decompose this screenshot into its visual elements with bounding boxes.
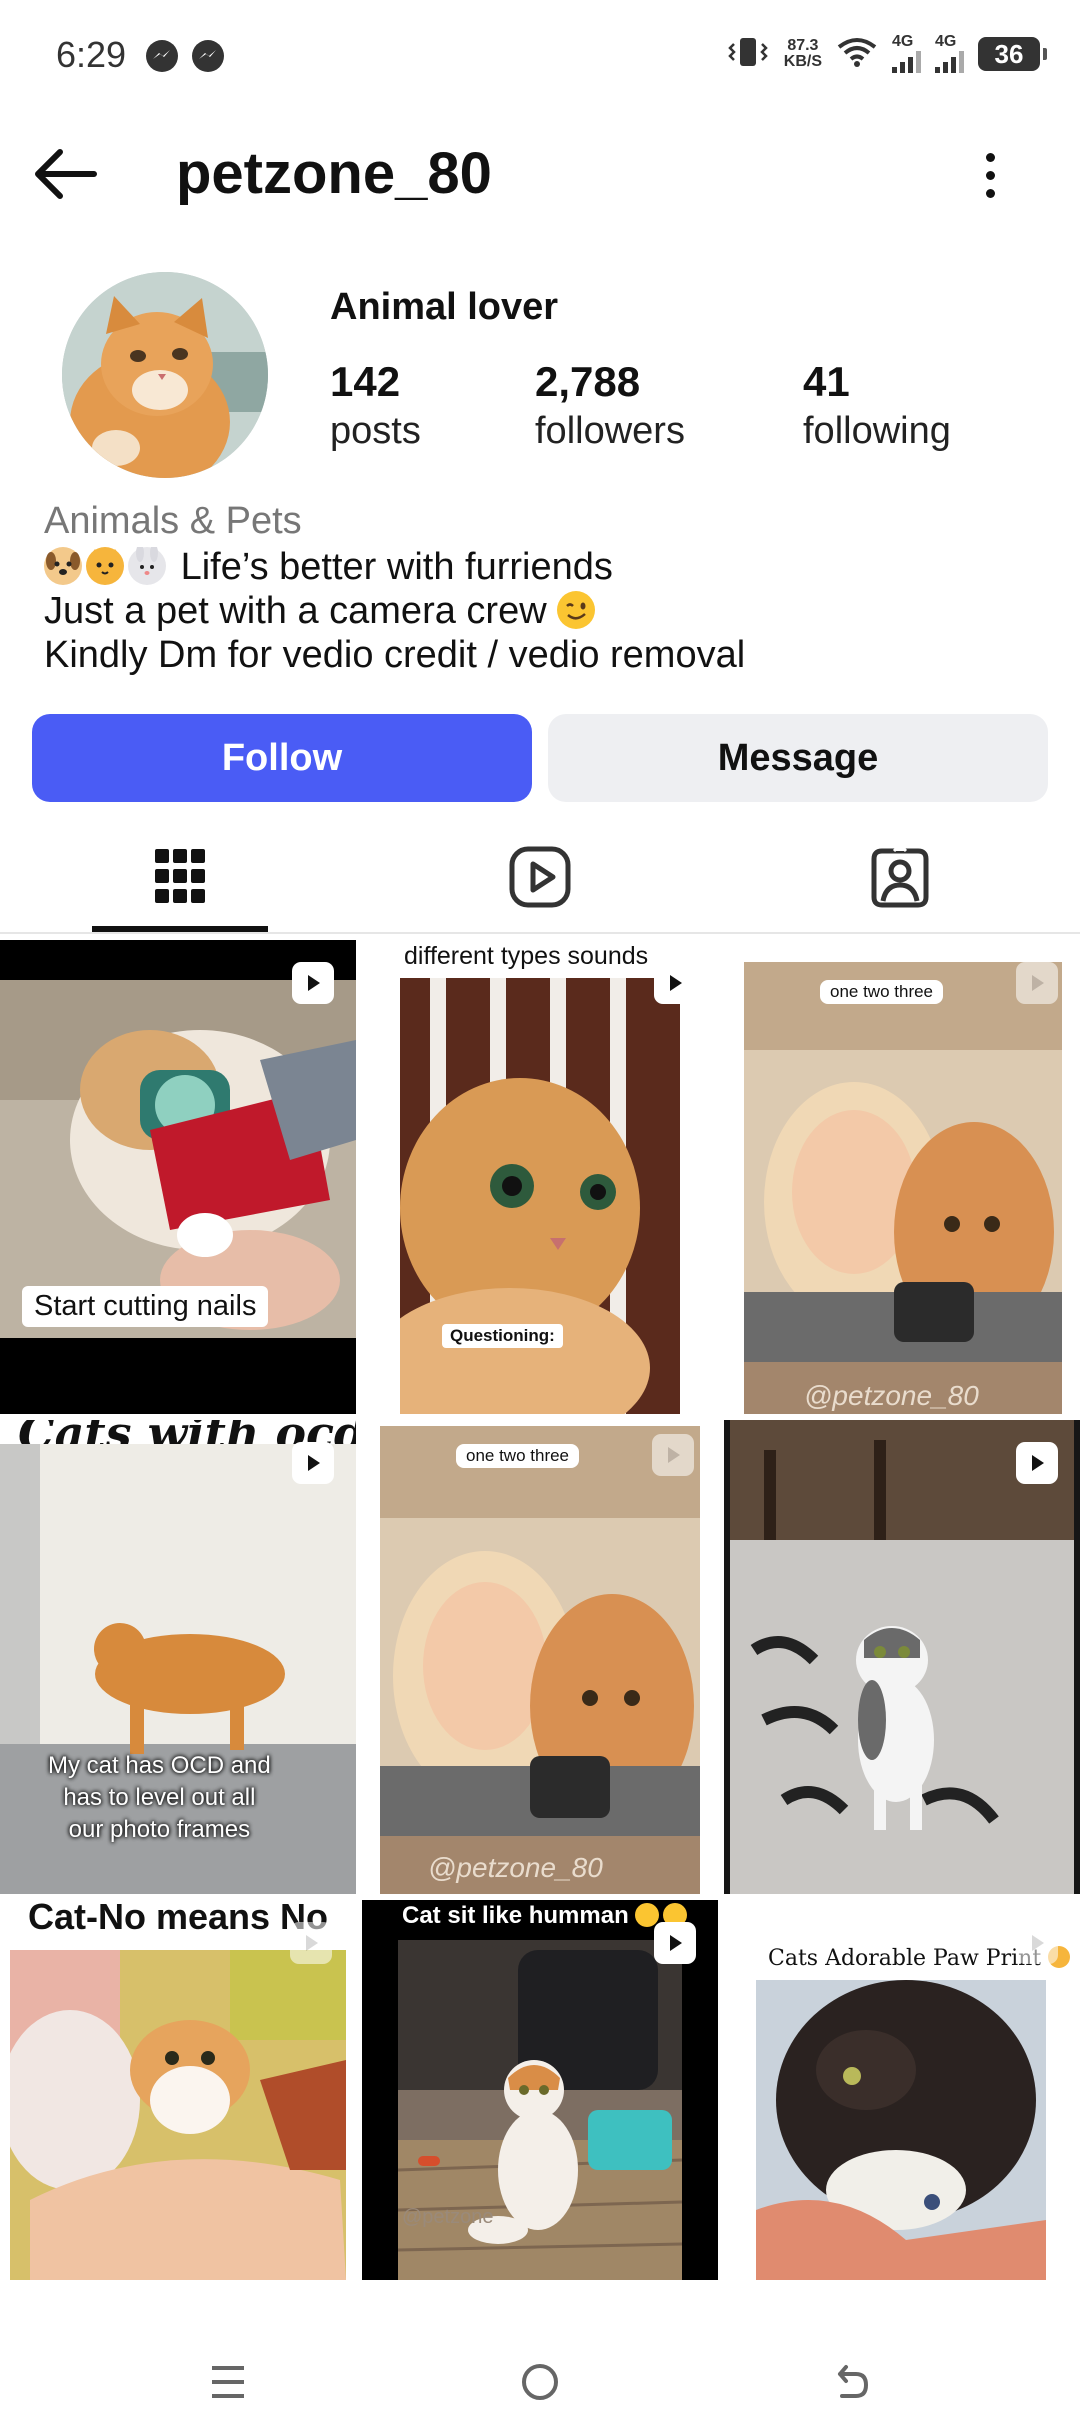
bio-text-2: Just a pet with a camera crew <box>44 590 547 632</box>
battery-level: 36 <box>994 38 1024 69</box>
message-button[interactable]: Message <box>548 714 1048 802</box>
reel-indicator-icon <box>1016 1922 1058 1964</box>
messenger-icon <box>146 40 178 72</box>
post-tile[interactable]: one two three @petzone_80 <box>724 940 1080 1414</box>
wink-emoji-icon <box>557 591 596 629</box>
post-sticker: one two three <box>456 1444 580 1468</box>
post-tile[interactable]: Cats with ocd My cat has OCD and has to … <box>0 1420 356 1894</box>
post-top-text: Cat-No means No <box>28 1900 329 1937</box>
post-top-text: different types sounds <box>404 942 649 970</box>
post-tile[interactable]: Cats Adorable Paw Print <box>724 1900 1080 2280</box>
dog-emoji-icon <box>44 547 82 585</box>
wifi-icon <box>836 36 878 73</box>
follow-button[interactable]: Follow <box>32 714 532 802</box>
post-tile[interactable]: different types sounds Questioning: <box>362 940 718 1414</box>
cell-signal-2: 4G <box>935 34 964 73</box>
post-tile[interactable]: Start cutting nails <box>0 940 356 1414</box>
active-tab-indicator <box>92 926 268 932</box>
post-tile[interactable]: one two three @petzone_80 <box>362 1420 718 1894</box>
post-watermark: @petzone_80 <box>428 1852 603 1883</box>
status-time: 6:29 <box>56 34 127 75</box>
followers-count[interactable]: 2,788 followers <box>535 358 685 453</box>
post-tile[interactable] <box>724 1420 1080 1894</box>
tagged-icon <box>871 845 929 908</box>
reel-indicator-icon <box>654 1922 696 1964</box>
reel-indicator-icon <box>290 1922 332 1964</box>
post-sticker: one two three <box>820 980 944 1004</box>
post-watermark: @petzone_80 <box>804 1380 979 1411</box>
home-icon[interactable] <box>520 2362 560 2402</box>
back-nav-icon[interactable] <box>830 2362 870 2402</box>
cat-emoji-icon <box>86 547 124 585</box>
reels-icon <box>509 846 571 908</box>
grid-icon <box>155 849 205 903</box>
post-caption: Start cutting nails <box>22 1286 269 1327</box>
reel-indicator-icon <box>292 1442 334 1484</box>
post-tile[interactable]: Cat-No means No <box>0 1900 356 2280</box>
reel-indicator-icon <box>1016 962 1058 1004</box>
bio-text-1: Life’s better with furriends <box>180 546 613 588</box>
tab-tagged[interactable] <box>720 820 1080 934</box>
profile-category: Animals & Pets <box>44 500 302 542</box>
avatar[interactable] <box>62 272 268 478</box>
profile-username: petzone_80 <box>176 141 492 206</box>
post-caption: My cat has OCD and has to level out all … <box>48 1752 271 1843</box>
back-arrow-icon[interactable] <box>30 142 104 206</box>
cell-signal-1: 4G <box>892 34 921 73</box>
status-bar: 6:29 87.3 KB/S 4G 4G 36 <box>0 0 1080 110</box>
display-name: Animal lover <box>330 286 559 328</box>
more-options-icon[interactable] <box>970 145 1010 205</box>
reel-indicator-icon <box>292 962 334 1004</box>
posts-count[interactable]: 142 posts <box>330 358 421 453</box>
bio-line-3: Kindly Dm for vedio credit / vedio remov… <box>44 634 746 676</box>
menu-icon[interactable] <box>208 2362 248 2402</box>
net-speed: 87.3 KB/S <box>783 37 822 70</box>
tab-reels[interactable] <box>360 820 720 934</box>
tab-grid[interactable] <box>0 820 360 934</box>
reel-indicator-icon <box>654 962 696 1004</box>
rabbit-emoji-icon <box>128 544 166 585</box>
system-nav-bar <box>0 2330 1080 2436</box>
bio-line-1: Life’s better with furriends <box>44 544 613 589</box>
post-watermark: @petzone <box>402 2206 494 2228</box>
battery-icon: 36 <box>978 37 1047 71</box>
profile-tabs <box>0 820 1080 934</box>
messenger-icon <box>192 40 224 72</box>
post-caption: Questioning: <box>442 1324 563 1348</box>
reel-indicator-icon <box>1016 1442 1058 1484</box>
bio-line-2: Just a pet with a camera crew <box>44 590 599 633</box>
following-count[interactable]: 41 following <box>803 358 951 453</box>
reel-indicator-icon <box>652 1434 694 1476</box>
post-top-text: Cat sit like humman <box>402 1902 691 1930</box>
vibrate-icon <box>726 35 770 74</box>
laughing-emoji-icon <box>635 1903 660 1927</box>
post-tile[interactable]: Cat sit like humman @petzone <box>362 1900 718 2280</box>
